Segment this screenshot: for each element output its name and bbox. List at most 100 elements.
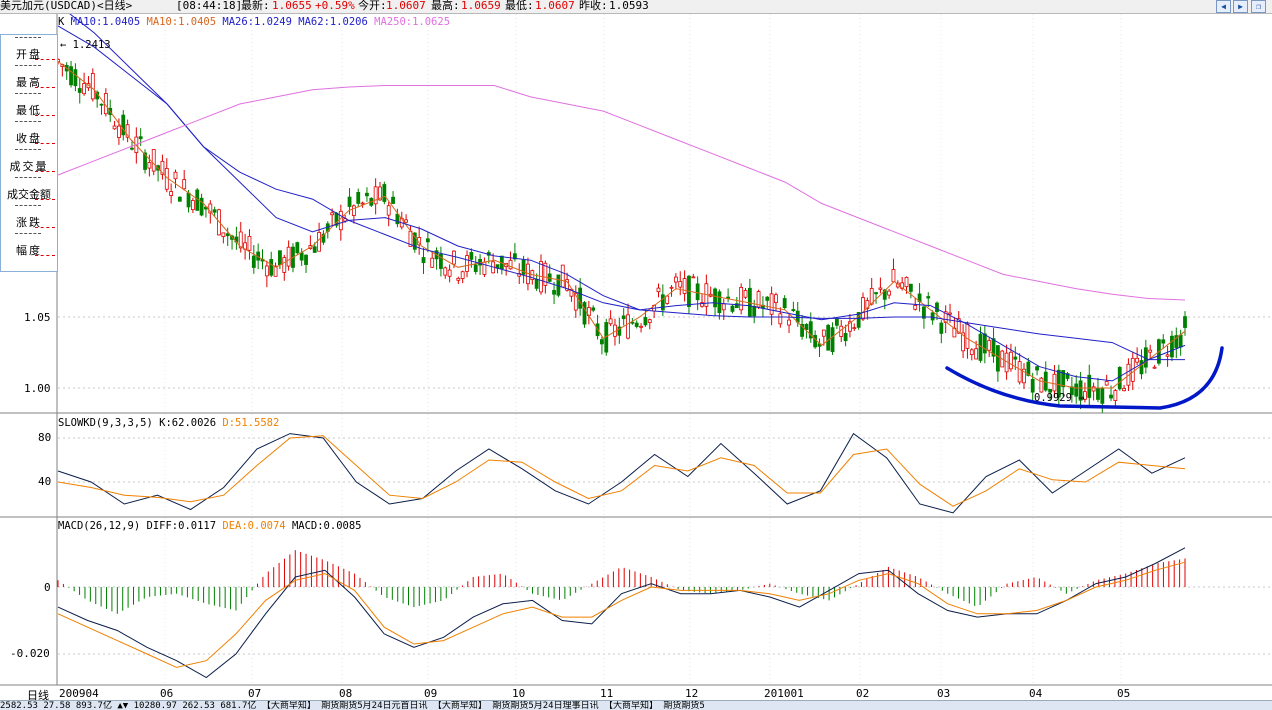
candle-body	[386, 205, 391, 216]
candle-body	[787, 319, 791, 326]
candle-body	[404, 219, 409, 223]
x-tick: 07	[248, 687, 262, 700]
restore-icon[interactable]: ❐	[1251, 0, 1266, 13]
candle-body	[391, 196, 395, 204]
candle-body	[1122, 388, 1126, 392]
low-marker-value: 0.9929	[1034, 392, 1072, 404]
candle-body	[82, 83, 87, 95]
candle-body	[913, 305, 918, 310]
candle-body	[713, 288, 717, 308]
low-label: 最低:	[505, 0, 534, 12]
candle-body	[765, 296, 770, 301]
candle-body	[743, 290, 748, 298]
candle-body	[182, 179, 187, 190]
candle-body	[77, 88, 82, 93]
ma10-line	[57, 61, 1186, 389]
candle-body	[317, 232, 321, 252]
next-icon[interactable]: ▶	[1233, 0, 1248, 13]
candle-body	[534, 278, 539, 289]
candle-body	[1104, 381, 1109, 386]
candle-body	[382, 184, 387, 202]
candle-body	[117, 125, 121, 138]
latest-value: 1.0655	[272, 0, 312, 12]
candle-body	[73, 69, 78, 87]
change-percent: +0.59%	[315, 0, 355, 12]
candle-body	[1096, 387, 1100, 400]
x-tick: 201001	[764, 687, 804, 700]
candle-body	[582, 302, 587, 325]
candle-body	[965, 323, 970, 349]
candle-body	[1139, 360, 1144, 375]
candle-body	[769, 293, 774, 315]
x-tick: 06	[160, 687, 174, 700]
candle-body	[1165, 354, 1170, 357]
candle-body	[752, 305, 757, 317]
candle-body	[639, 325, 643, 328]
symbol-title: 美元加元(USDCAD)<日线>	[0, 0, 133, 12]
candle-body	[730, 305, 735, 312]
candle-body	[373, 186, 378, 205]
candle-body	[508, 259, 513, 270]
chart-area[interactable]	[0, 14, 1272, 700]
candle-body	[1170, 335, 1174, 358]
data-panel: 开盘 最高 最低 收盘 成交量 成交金额 涨跌 幅度	[0, 34, 58, 272]
candle-body	[608, 318, 613, 325]
candle-body	[861, 297, 865, 320]
candle-body	[273, 265, 278, 277]
candle-body	[887, 290, 892, 296]
candle-body	[138, 136, 143, 140]
high-label: 最高:	[431, 0, 460, 12]
candle-body	[112, 125, 117, 130]
candle-body	[695, 283, 700, 301]
candle-body	[186, 192, 191, 208]
x-tick: 200904	[59, 687, 99, 700]
candle-body	[130, 147, 134, 150]
candle-body	[395, 213, 400, 225]
candle-body	[173, 171, 178, 180]
panel-open: 开盘	[1, 35, 57, 63]
macd-name: MACD(26,12,9)	[58, 520, 141, 532]
candle-body	[682, 278, 687, 294]
candle-body	[330, 212, 335, 216]
candle-body	[578, 287, 583, 309]
open-value: 1.0607	[386, 0, 426, 12]
candle-body	[804, 323, 809, 331]
candle-body	[1009, 351, 1013, 370]
candle-body	[987, 340, 992, 351]
high-value: 1.0659	[461, 0, 501, 12]
panel-volume: 成交量	[1, 147, 57, 175]
candle-body	[647, 319, 652, 323]
candle-body	[878, 287, 883, 290]
legend-ma250: MA250:1.0625	[374, 16, 451, 28]
candle-body	[1148, 349, 1153, 353]
candle-body	[904, 277, 909, 288]
kd-d-line	[57, 435, 1186, 507]
candle-body	[1100, 388, 1105, 404]
candle-body	[874, 292, 878, 295]
candle-body	[269, 259, 274, 276]
candle-body	[151, 149, 156, 172]
candle-body	[90, 73, 95, 100]
macd-dea-line	[57, 561, 1186, 668]
candle-body	[591, 307, 596, 311]
candle-body	[1113, 390, 1118, 401]
x-tick: 02	[856, 687, 870, 700]
candle-body	[1135, 357, 1140, 363]
candle-body	[969, 349, 974, 355]
candle-body	[717, 291, 722, 313]
candle-body	[421, 257, 426, 264]
candle-body	[813, 335, 818, 348]
candle-body	[221, 232, 226, 237]
panel-close: 收盘	[1, 119, 57, 147]
candle-body	[452, 250, 456, 265]
panel-low: 最低	[1, 91, 57, 119]
candle-body	[1183, 316, 1187, 328]
prev-icon[interactable]: ◀	[1216, 0, 1231, 13]
kd-d-value: D:51.5582	[222, 417, 280, 429]
latest-label: 最新:	[241, 0, 270, 12]
legend-ma10a: MA10:1.0405	[70, 16, 141, 28]
title-bar: 美元加元(USDCAD)<日线> [08:44:18] 最新: 1.0655 +…	[0, 0, 1272, 14]
candle-body	[935, 302, 939, 312]
candle-body	[456, 277, 461, 281]
candle-body	[634, 322, 639, 327]
